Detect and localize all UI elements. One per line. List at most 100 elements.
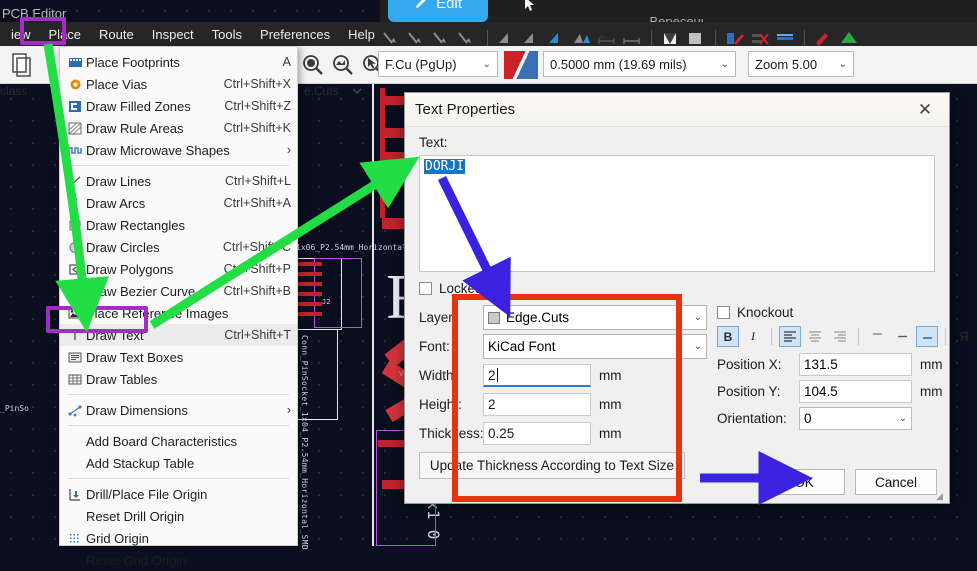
dialog-columns: Layer: Edge.Cuts ⌄ Font: KiCad Font ⌄ Wi… bbox=[419, 303, 969, 479]
layer-color-swatch[interactable] bbox=[504, 51, 538, 79]
text-caret bbox=[496, 368, 498, 382]
circle-icon bbox=[64, 239, 86, 255]
menu-option-accel: Ctrl+Shift+X bbox=[223, 77, 291, 91]
chevron-down-icon: ⌄ bbox=[693, 341, 702, 352]
align-left-button[interactable] bbox=[779, 326, 801, 347]
menu-option-label: Draw Rectangles bbox=[86, 217, 185, 233]
cancel-button[interactable]: Cancel bbox=[855, 469, 937, 495]
orientation-row: Orientation: 0 ⌄ bbox=[717, 405, 975, 432]
valign-top-button[interactable] bbox=[866, 326, 888, 347]
resize-grip-icon[interactable]: ◢ bbox=[936, 491, 946, 501]
menu-option-add-stackup-table[interactable]: Add Stackup Table bbox=[60, 452, 297, 474]
menu-option-draw-rectangles[interactable]: Draw Rectangles bbox=[60, 214, 297, 236]
menu-option-draw-bezier-curve[interactable]: Draw Bezier Curve Ctrl+Shift+B bbox=[60, 280, 297, 302]
position-x-unit: mm bbox=[920, 357, 943, 372]
place-dropdown-menu[interactable]: Place Footprints A Place Vias Ctrl+Shift… bbox=[59, 46, 298, 568]
bold-button[interactable]: B bbox=[717, 326, 739, 347]
text-properties-dialog[interactable]: Text Properties ✕ Text: DORJI Locked Lay… bbox=[404, 92, 969, 504]
menu-bar[interactable]: iew Place Route Inspect Tools Preference… bbox=[0, 22, 380, 46]
update-thickness-button[interactable]: Update Thickness According to Text Size bbox=[419, 452, 685, 479]
locked-checkbox-row[interactable]: Locked bbox=[419, 281, 935, 296]
font-select[interactable]: KiCad Font ⌄ bbox=[483, 334, 707, 359]
zoom-in-icon[interactable] bbox=[300, 52, 326, 78]
menu-item-help[interactable]: Help bbox=[339, 24, 384, 45]
ok-button[interactable]: OK bbox=[763, 469, 845, 495]
align-right-icon bbox=[834, 331, 846, 342]
close-icon[interactable]: ✕ bbox=[911, 98, 939, 122]
thickness-input[interactable]: 0.25 bbox=[483, 422, 591, 445]
menu-option-add-board-characteristics[interactable]: Add Board Characteristics bbox=[60, 430, 297, 452]
drill-origin-icon bbox=[64, 486, 86, 502]
menu-option-draw-text-boxes[interactable]: Draw Text Boxes bbox=[60, 346, 297, 368]
chevron-down-icon[interactable] bbox=[350, 84, 364, 98]
menu-item-route[interactable]: Route bbox=[90, 24, 143, 45]
menu-option-draw-rule-areas[interactable]: Draw Rule Areas Ctrl+Shift+K bbox=[60, 117, 297, 139]
menu-item-view[interactable]: iew bbox=[2, 24, 40, 45]
menu-option-place-footprints[interactable]: Place Footprints A bbox=[60, 51, 297, 73]
menu-option-draw-tables[interactable]: Draw Tables bbox=[60, 368, 297, 390]
align-center-button[interactable] bbox=[804, 326, 826, 347]
position-y-input[interactable]: 104.5 bbox=[799, 380, 912, 403]
menu-option-draw-microwave-shapes[interactable]: Draw Microwave Shapes › bbox=[60, 139, 297, 161]
knockout-checkbox[interactable] bbox=[717, 306, 730, 319]
edit-button[interactable]: Edit bbox=[388, 0, 488, 22]
layer-select[interactable]: Edge.Cuts ⌄ bbox=[483, 305, 707, 330]
menu-option-label: Draw Microwave Shapes bbox=[86, 142, 230, 158]
locked-checkbox[interactable] bbox=[419, 282, 432, 295]
no-icon bbox=[64, 433, 86, 449]
layer-color-chip bbox=[488, 311, 500, 324]
menu-option-accel: Ctrl+Shift+B bbox=[223, 284, 291, 298]
format-toolbar[interactable]: B I Я bbox=[717, 326, 975, 347]
orientation-select[interactable]: 0 ⌄ bbox=[799, 407, 912, 430]
chevron-down-icon: ⌄ bbox=[482, 58, 491, 70]
position-x-input[interactable]: 131.5 bbox=[799, 353, 912, 376]
menu-option-place-reference-images[interactable]: Place Reference Images bbox=[60, 302, 297, 324]
layer-select-value: Edge.Cuts bbox=[506, 310, 570, 325]
valign-bottom-button[interactable] bbox=[916, 326, 938, 347]
zoom-combo[interactable]: Zoom 5.00 ⌄ bbox=[748, 51, 854, 77]
menu-option-place-vias[interactable]: Place Vias Ctrl+Shift+X bbox=[60, 73, 297, 95]
menu-item-place[interactable]: Place bbox=[40, 24, 91, 45]
mirror-button[interactable]: Я bbox=[953, 326, 975, 347]
track-width-combo[interactable]: 0.5000 mm (19.69 mils) ⌄ bbox=[543, 51, 736, 77]
menu-item-preferences[interactable]: Preferences bbox=[251, 24, 339, 45]
valign-middle-button[interactable] bbox=[891, 326, 913, 347]
menu-option-accel: Ctrl+Shift+T bbox=[224, 328, 291, 342]
format-separator bbox=[945, 328, 946, 345]
menu-option-draw-circles[interactable]: Draw Circles Ctrl+Shift+C bbox=[60, 236, 297, 258]
align-right-button[interactable] bbox=[829, 326, 851, 347]
menu-option-draw-dimensions[interactable]: Draw Dimensions › bbox=[60, 399, 297, 421]
menu-item-inspect[interactable]: Inspect bbox=[143, 24, 203, 45]
menu-option-draw-text[interactable]: Draw Text Ctrl+Shift+T bbox=[60, 324, 297, 346]
menu-option-label: Draw Rule Areas bbox=[86, 120, 184, 136]
menu-separator bbox=[68, 425, 289, 426]
textbox-icon bbox=[64, 349, 86, 365]
menu-option-reset-grid-origin[interactable]: Reset Grid Origin bbox=[60, 549, 297, 571]
dialog-left-column: Layer: Edge.Cuts ⌄ Font: KiCad Font ⌄ Wi… bbox=[419, 303, 707, 479]
height-row: Height: 2 mm bbox=[419, 390, 707, 419]
menu-option-draw-lines[interactable]: Draw Lines Ctrl+Shift+L bbox=[60, 170, 297, 192]
menu-option-label: Draw Lines bbox=[86, 173, 152, 189]
knockout-label: Knockout bbox=[737, 305, 794, 320]
align-left-icon bbox=[784, 331, 796, 342]
pcb-pad bbox=[296, 312, 322, 316]
menu-option-label: Place Reference Images bbox=[86, 305, 229, 321]
menu-option-draw-arcs[interactable]: Draw Arcs Ctrl+Shift+A bbox=[60, 192, 297, 214]
menu-option-draw-filled-zones[interactable]: Draw Filled Zones Ctrl+Shift+Z bbox=[60, 95, 297, 117]
zoom-fit-icon[interactable] bbox=[330, 52, 356, 78]
edgecuts-combo-partial[interactable]: e.Cuts bbox=[304, 84, 339, 98]
menu-option-drill-place-file-origin[interactable]: Drill/Place File Origin bbox=[60, 483, 297, 505]
width-input[interactable]: 2 bbox=[483, 364, 591, 387]
menu-option-draw-polygons[interactable]: Draw Polygons Ctrl+Shift+P bbox=[60, 258, 297, 280]
knockout-checkbox-row[interactable]: Knockout bbox=[717, 305, 975, 320]
page-settings-icon[interactable] bbox=[8, 50, 36, 78]
italic-button[interactable]: I bbox=[742, 326, 764, 347]
height-input[interactable]: 2 bbox=[483, 393, 591, 416]
layer-select-combo[interactable]: F.Cu (PgUp) ⌄ bbox=[378, 51, 498, 77]
menu-option-reset-drill-origin[interactable]: Reset Drill Origin bbox=[60, 505, 297, 527]
text-input[interactable]: DORJI bbox=[419, 155, 935, 272]
menu-separator bbox=[68, 165, 289, 166]
dialog-button-row: OK Cancel bbox=[763, 469, 937, 495]
menu-separator bbox=[68, 478, 289, 479]
menu-item-tools[interactable]: Tools bbox=[203, 24, 251, 45]
